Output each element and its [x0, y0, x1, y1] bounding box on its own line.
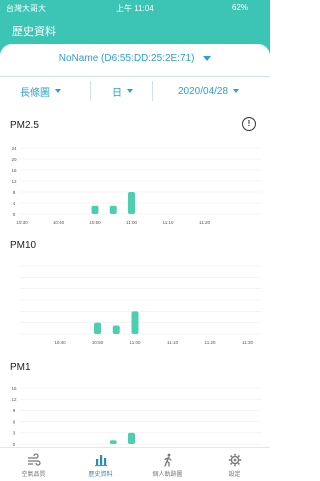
tab-label: 個人軌跡圖 — [152, 472, 183, 478]
bar-chart-icon — [94, 455, 107, 467]
y-tick-label: 24 — [11, 146, 17, 151]
bar — [109, 440, 117, 444]
caret-down-icon — [203, 55, 212, 61]
y-tick-label: 16 — [11, 168, 17, 173]
tab-label: 歷史資料 — [88, 472, 113, 478]
battery-label: 62% — [232, 3, 249, 12]
tab-bar: 空氣品質 歷史資料 個人軌跡圖 設定 — [0, 447, 270, 481]
y-tick-label: 0 — [13, 212, 16, 217]
pm25-chart: 0 4 8 12 16 20 24 10:30 10:40 10:50 11:00 11:10 11:2… — [11, 146, 262, 225]
tab-personal-track[interactable]: 個人軌跡圖 — [134, 450, 201, 480]
x-tick-label: 11:00 — [126, 220, 137, 225]
bar — [128, 432, 135, 444]
tab-history[interactable]: 歷史資料 — [67, 450, 134, 480]
pm1-title: PM1 — [10, 362, 31, 373]
x-tick-label: 11:20 — [205, 340, 216, 345]
x-tick-label: 10:40 — [54, 340, 66, 345]
bar — [91, 205, 99, 214]
date-dropdown[interactable]: 2020/04/28 — [178, 77, 240, 105]
date-label: 2020/04/28 — [178, 85, 229, 97]
status-bar: 台灣大哥大 上午 11:04 62% — [0, 0, 270, 16]
tab-air-quality[interactable]: 空氣品質 — [0, 450, 67, 480]
tab-label: 空氣品質 — [21, 472, 46, 478]
filter-bar: 長條圖 日 2020/04/28 — [0, 76, 270, 106]
clock-label: 上午 11:04 — [116, 4, 154, 13]
y-tick-label: 6 — [13, 419, 16, 424]
page-title: 歷史資料 — [12, 26, 56, 38]
y-tick-label: 12 — [11, 397, 17, 402]
x-tick-label: 10:50 — [92, 340, 104, 345]
tab-label: 設定 — [228, 472, 241, 478]
period-dropdown[interactable]: 日 — [112, 77, 133, 105]
device-name: NoName (D6:55:DD:25:2E:71) — [58, 53, 195, 64]
x-tick-label: 10:40 — [53, 220, 65, 225]
walking-person-icon — [163, 453, 172, 467]
x-tick-label: 11:10 — [167, 340, 178, 345]
divider — [90, 81, 91, 101]
gear-icon — [228, 453, 241, 467]
caret-down-icon — [233, 89, 240, 93]
wind-icon — [27, 453, 41, 466]
y-tick-label: 15 — [11, 386, 17, 391]
caret-down-icon — [55, 89, 61, 93]
bar — [109, 205, 117, 214]
x-tick-label: 10:30 — [16, 220, 28, 225]
pm25-title: PM2.5 — [10, 120, 39, 131]
bar — [112, 325, 120, 334]
nav-bar: 歷史資料 — [0, 16, 270, 44]
carrier-label: 台灣大哥大 — [6, 4, 46, 13]
caret-down-icon — [127, 89, 133, 93]
y-tick-label: 3 — [13, 431, 16, 436]
x-tick-label: 11:20 — [199, 220, 210, 225]
bar — [128, 192, 135, 214]
period-label: 日 — [112, 87, 122, 99]
bar — [131, 311, 139, 334]
pm10-chart: 10:40 10:50 11:00 11:10 11:20 11:30 — [20, 265, 262, 345]
divider — [152, 81, 153, 101]
y-tick-label: 12 — [11, 179, 17, 184]
y-tick-label: 9 — [13, 408, 16, 413]
chart-type-label: 長條圖 — [20, 87, 50, 99]
chart-type-dropdown[interactable]: 長條圖 — [20, 77, 61, 105]
y-tick-label: 4 — [13, 201, 16, 206]
x-tick-label: 10:50 — [89, 220, 101, 225]
info-icon[interactable]: ! — [242, 117, 256, 131]
x-tick-label: 11:30 — [242, 340, 253, 345]
device-header: NoName (D6:55:DD:25:2E:71) — [0, 44, 270, 76]
bar — [94, 322, 101, 334]
x-tick-label: 11:10 — [163, 220, 174, 225]
pm10-title: PM10 — [10, 240, 37, 251]
tab-settings[interactable]: 設定 — [201, 450, 268, 480]
pm1-chart: 03691215 — [11, 386, 262, 447]
x-tick-label: 11:00 — [130, 340, 141, 345]
y-tick-label: 8 — [13, 190, 16, 195]
device-selector[interactable]: NoName (D6:55:DD:25:2E:71) — [0, 44, 270, 76]
y-tick-label: 20 — [11, 157, 17, 162]
